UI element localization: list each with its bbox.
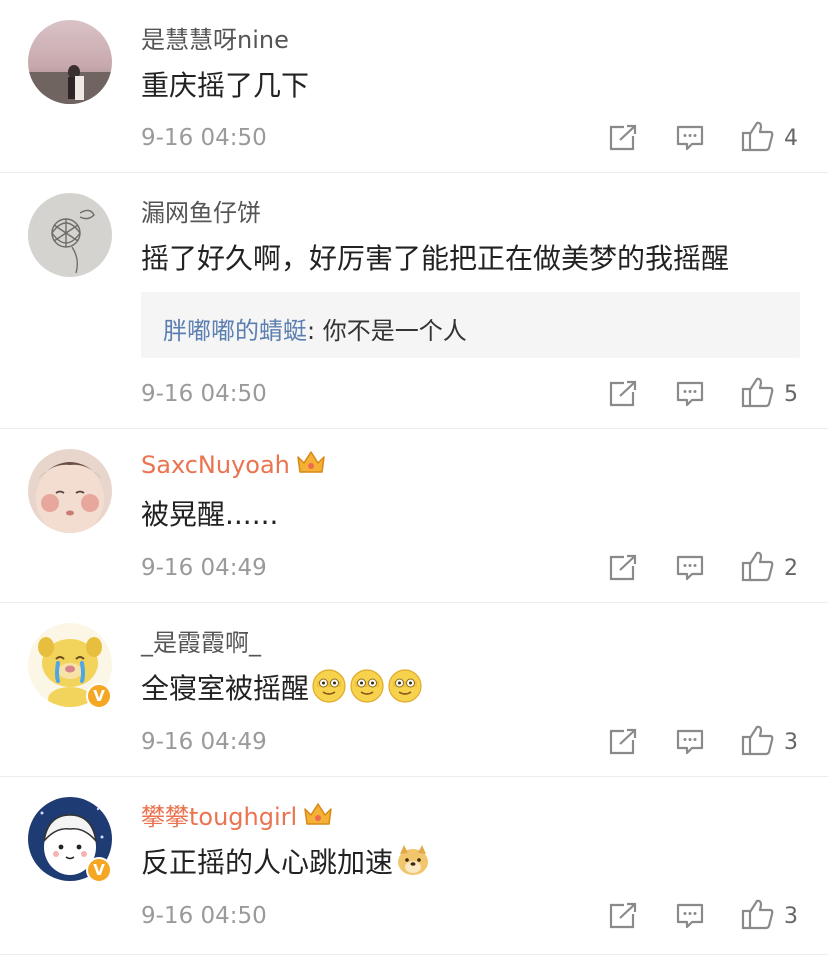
comment-text-content: 反正摇的人心跳加速: [141, 846, 394, 879]
sweat-smile-emoji-icon: [311, 668, 347, 711]
verified-badge: V: [86, 857, 112, 883]
timestamp: 9-16 04:49: [141, 555, 267, 581]
like-count: 3: [784, 904, 798, 929]
share-icon[interactable]: [608, 124, 638, 156]
verified-badge: V: [86, 683, 112, 709]
like-count: 5: [784, 382, 798, 407]
avatar[interactable]: [28, 20, 112, 104]
comment-icon[interactable]: [675, 902, 705, 934]
username[interactable]: 攀攀toughgirl: [141, 797, 333, 833]
share-icon[interactable]: [608, 902, 638, 934]
username[interactable]: _是霞霞啊_: [141, 623, 261, 658]
comment-icon[interactable]: [675, 124, 705, 156]
doge-emoji-icon: [395, 842, 431, 885]
share-icon[interactable]: [608, 380, 638, 412]
like-count: 4: [784, 126, 798, 151]
comment-text: 全寝室被摇醒: [141, 667, 423, 711]
comment-text: 被晃醒......: [141, 498, 279, 531]
avatar[interactable]: [28, 449, 112, 533]
like-icon[interactable]: [741, 724, 775, 760]
comment-icon[interactable]: [675, 554, 705, 586]
timestamp: 9-16 04:50: [141, 381, 267, 407]
comment-text: 重庆摇了几下: [141, 69, 310, 102]
vip-crown-icon: [296, 449, 326, 481]
vip-crown-icon: [303, 801, 333, 833]
username-text[interactable]: SaxcNuyoah: [141, 451, 290, 479]
reply-text: : 你不是一个人: [307, 317, 467, 345]
timestamp: 9-16 04:50: [141, 125, 267, 151]
like-icon[interactable]: [741, 898, 775, 934]
comment-text: 反正摇的人心跳加速: [141, 841, 431, 885]
comment-item: 漏网鱼仔饼 摇了好久啊，好厉害了能把正在做美梦的我摇醒 胖嘟嘟的蜻蜓 : 你不是…: [0, 173, 828, 429]
share-icon[interactable]: [608, 554, 638, 586]
like-icon[interactable]: [741, 376, 775, 412]
comment-item: SaxcNuyoah 被晃醒...... 9-16 04:49 2: [0, 429, 828, 603]
comment-item: V 攀攀toughgirl 反正摇的人心跳加速 9-16 04:50 3: [0, 777, 828, 955]
username[interactable]: 漏网鱼仔饼: [141, 193, 261, 228]
reply-username[interactable]: 胖嘟嘟的蜻蜓: [163, 311, 307, 346]
comment-text: 摇了好久啊，好厉害了能把正在做美梦的我摇醒: [141, 242, 730, 275]
comment-text-content: 全寝室被摇醒: [141, 672, 310, 705]
sweat-smile-emoji-icon: [349, 668, 385, 711]
comment-item: V _是霞霞啊_ 全寝室被摇醒 9-16 04:49 3: [0, 603, 828, 777]
username[interactable]: SaxcNuyoah: [141, 449, 326, 481]
timestamp: 9-16 04:49: [141, 729, 267, 755]
like-count: 2: [784, 556, 798, 581]
comment-icon[interactable]: [675, 380, 705, 412]
username[interactable]: 是慧慧呀nine: [141, 20, 289, 55]
comment-icon[interactable]: [675, 728, 705, 760]
comment-item: 是慧慧呀nine 重庆摇了几下 9-16 04:50 4: [0, 0, 828, 173]
reply-box[interactable]: 胖嘟嘟的蜻蜓 : 你不是一个人: [141, 292, 800, 358]
like-count: 3: [784, 730, 798, 755]
share-icon[interactable]: [608, 728, 638, 760]
like-icon[interactable]: [741, 120, 775, 156]
username-text[interactable]: 攀攀toughgirl: [141, 803, 297, 831]
timestamp: 9-16 04:50: [141, 903, 267, 929]
sweat-smile-emoji-icon: [387, 668, 423, 711]
avatar[interactable]: [28, 193, 112, 277]
like-icon[interactable]: [741, 550, 775, 586]
